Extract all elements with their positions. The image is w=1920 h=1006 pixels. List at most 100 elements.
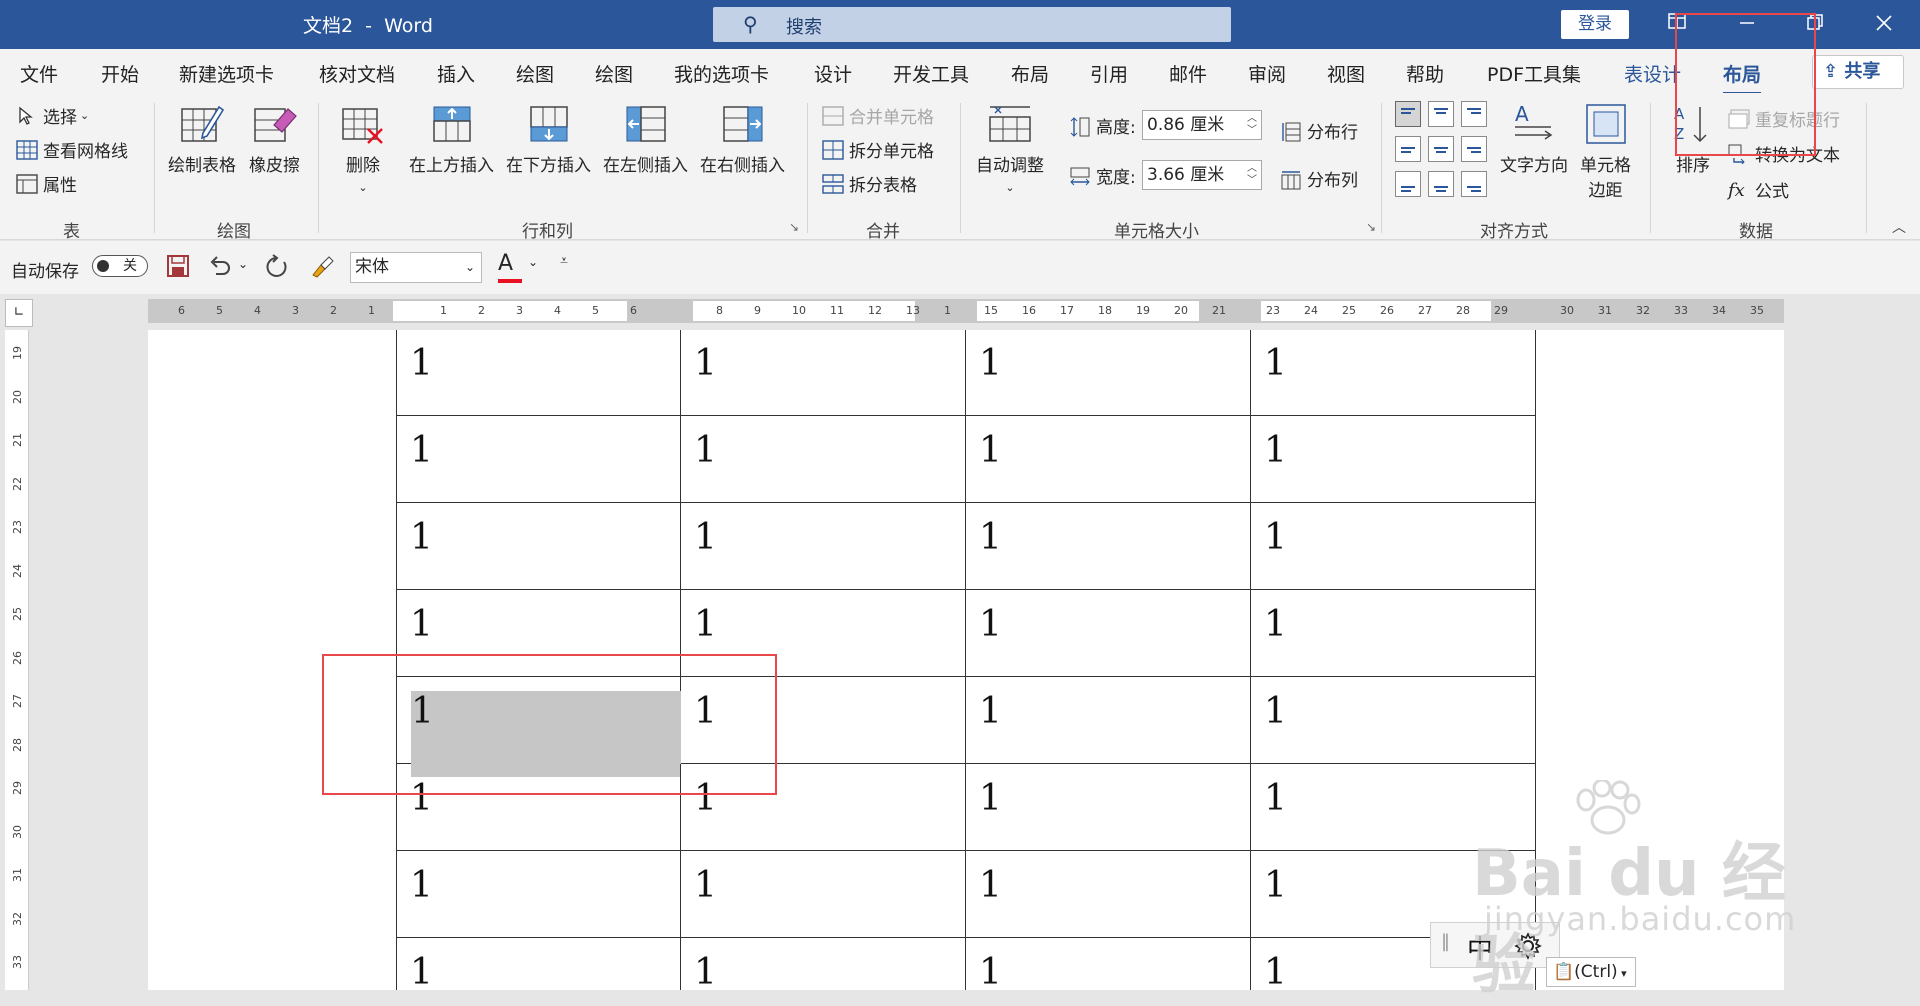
table-cell[interactable]: 1 (1251, 416, 1536, 503)
tab-new-tab[interactable]: 新建选项卡 (179, 60, 274, 87)
table-cell[interactable]: 1 (681, 851, 966, 938)
font-color-icon: A (498, 251, 514, 276)
merge-cells-button[interactable]: 合并单元格 (822, 103, 934, 128)
vertical-ruler[interactable]: 19 20 21 22 23 24 25 26 27 28 29 30 31 32 33 (5, 330, 29, 990)
insert-above-button[interactable]: 在上方插入 (409, 103, 494, 176)
tab-stop-selector[interactable]: ∟ (5, 299, 33, 327)
tab-references[interactable]: 引用 (1090, 60, 1128, 87)
tab-table-design[interactable]: 表设计 (1624, 60, 1681, 87)
autofit-button[interactable]: 自动调整 ⌄ (976, 103, 1044, 196)
spinner-icon[interactable]: ︿ ﹀ (1247, 113, 1257, 137)
table-cell[interactable]: 1 (1251, 503, 1536, 590)
tab-view[interactable]: 视图 (1327, 60, 1365, 87)
tab-page-layout[interactable]: 布局 (1011, 60, 1049, 87)
table-cell[interactable]: 1 (681, 416, 966, 503)
distribute-columns-button[interactable]: 分布列 (1280, 166, 1358, 191)
tab-insert[interactable]: 插入 (437, 60, 475, 87)
redo-icon[interactable] (264, 254, 290, 284)
autosave-toggle[interactable]: 关 (92, 255, 148, 277)
align-bottom-right-button[interactable] (1461, 171, 1487, 197)
tab-help[interactable]: 帮助 (1406, 60, 1444, 87)
split-table-button[interactable]: 拆分表格 (822, 171, 917, 196)
table-properties-button[interactable]: 属性 (16, 171, 77, 196)
align-top-right-button[interactable] (1461, 101, 1487, 127)
tab-home[interactable]: 开始 (101, 60, 139, 87)
distribute-rows-button[interactable]: 分布行 (1280, 118, 1358, 143)
row-height-input[interactable]: 0.86 厘米 ︿ ﹀ (1142, 110, 1262, 140)
view-gridlines-button[interactable]: 查看网格线 (16, 137, 128, 162)
tab-draw[interactable]: 绘图 (516, 60, 554, 87)
insert-left-button[interactable]: 在左侧插入 (603, 103, 688, 176)
table-cell[interactable]: 1 (681, 938, 966, 990)
select-button[interactable]: 选择 ⌄ (16, 103, 89, 128)
align-bottom-center-button[interactable] (1428, 171, 1454, 197)
table-cell[interactable]: 1 (966, 416, 1251, 503)
tab-mailings[interactable]: 邮件 (1169, 60, 1207, 87)
collapse-ribbon-icon[interactable]: ︿ (1892, 217, 1906, 237)
table-cell[interactable]: 1 (966, 330, 1251, 416)
table-cell[interactable]: 1 (966, 938, 1251, 990)
align-top-left-button[interactable] (1395, 101, 1421, 127)
split-cells-button[interactable]: 拆分单元格 (822, 137, 934, 162)
cell-margins-button[interactable]: 单元格 边距 (1580, 103, 1631, 201)
customize-toolbar-icon[interactable]: ⩡ (560, 253, 568, 269)
insert-right-button[interactable]: 在右侧插入 (700, 103, 785, 176)
undo-icon[interactable] (208, 254, 232, 282)
horizontal-ruler[interactable]: 6 5 4 3 2 1 1 2 3 4 5 6 8 9 10 11 12 13 1 15 16 17 18 19 20 21 23 2… (148, 299, 1784, 323)
dialog-launcher-icon[interactable]: ↘ (789, 220, 801, 234)
search-box[interactable]: ⚲ 搜索 (713, 7, 1231, 42)
align-middle-right-button[interactable] (1461, 136, 1487, 162)
align-bottom-left-button[interactable] (1395, 171, 1421, 197)
align-middle-center-button[interactable] (1428, 136, 1454, 162)
column-width-input[interactable]: 3.66 厘米 ︿ ﹀ (1142, 160, 1262, 190)
tab-design[interactable]: 设计 (814, 60, 852, 87)
table-cell[interactable]: 1 (1251, 677, 1536, 764)
save-icon[interactable] (166, 254, 190, 282)
tab-pdf-tools[interactable]: PDF工具集 (1487, 60, 1581, 87)
table-cell[interactable]: 1 (681, 503, 966, 590)
delete-button[interactable]: 删除 ⌄ (340, 103, 386, 196)
close-icon[interactable] (1858, 6, 1910, 42)
tab-my-tab[interactable]: 我的选项卡 (674, 60, 769, 87)
draw-table-button[interactable]: 绘制表格 (168, 103, 236, 176)
chevron-down-icon[interactable]: ⌄ (238, 257, 248, 271)
font-color-button[interactable]: A (498, 251, 522, 283)
text-direction-button[interactable]: A 文字方向 (1500, 103, 1568, 176)
align-middle-left-button[interactable] (1395, 136, 1421, 162)
table-cell[interactable]: 1 (966, 851, 1251, 938)
dialog-launcher-icon[interactable]: ↘ (1366, 220, 1378, 234)
login-button[interactable]: 登录 (1561, 10, 1629, 39)
formula-button[interactable]: fx 公式 (1728, 177, 1789, 203)
table-cell[interactable]: 1 (681, 330, 966, 416)
table-cell[interactable]: 1 (396, 503, 681, 590)
ruler-tick-label: 1 (944, 304, 951, 317)
table-cell[interactable]: 1 (396, 330, 681, 416)
ruler-tick-label: 18 (1098, 304, 1112, 317)
chevron-down-icon[interactable]: ⌄ (528, 255, 538, 269)
table-cell[interactable]: 1 (966, 503, 1251, 590)
table-cell[interactable]: 1 (396, 416, 681, 503)
table-cell[interactable]: 1 (1251, 590, 1536, 677)
share-button[interactable]: ⇪ 共享 (1812, 55, 1904, 89)
ruler-tick-label: 4 (554, 304, 561, 317)
table-cell[interactable]: 1 (396, 938, 681, 990)
table-cell[interactable]: 1 (396, 851, 681, 938)
table-cell[interactable]: 1 (966, 590, 1251, 677)
tab-developer[interactable]: 开发工具 (893, 60, 969, 87)
cell-value: 1 (1264, 952, 1287, 990)
tab-file[interactable]: 文件 (20, 60, 58, 87)
format-painter-icon[interactable] (309, 253, 335, 283)
tab-review[interactable]: 审阅 (1248, 60, 1286, 87)
font-name-select[interactable]: 宋体 ⌄ (350, 252, 482, 283)
table-cell[interactable]: 1 (1251, 330, 1536, 416)
annotation-highlight-box (322, 654, 777, 795)
table-cell[interactable]: 1 (966, 764, 1251, 851)
tab-draw-2[interactable]: 绘图 (595, 60, 633, 87)
table-cell[interactable]: 1 (966, 677, 1251, 764)
eraser-button[interactable]: 橡皮擦 (249, 103, 300, 176)
tab-check-document[interactable]: 核对文档 (319, 60, 395, 87)
drag-handle-icon[interactable]: ‖ (1441, 931, 1450, 952)
align-top-center-button[interactable] (1428, 101, 1454, 127)
spinner-icon[interactable]: ︿ ﹀ (1247, 163, 1257, 187)
insert-below-button[interactable]: 在下方插入 (506, 103, 591, 176)
